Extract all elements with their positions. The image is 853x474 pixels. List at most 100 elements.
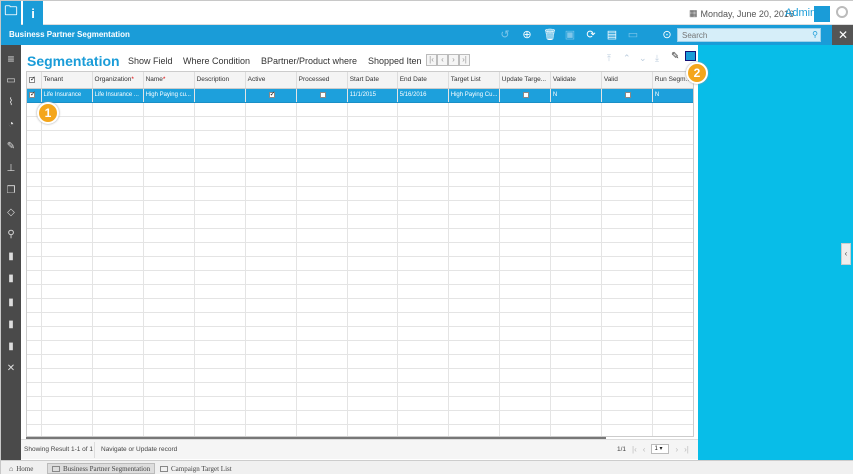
tree-icon[interactable]: ⊥ xyxy=(5,163,17,175)
column-header[interactable]: Valid xyxy=(601,72,653,89)
cell-organization[interactable]: Life Insurance ... xyxy=(92,88,144,103)
status-bar: Showing Result 1-1 of 1 Navigate or Upda… xyxy=(21,439,698,459)
cell-processed[interactable] xyxy=(296,88,348,103)
close-icon[interactable]: ✕ xyxy=(832,25,853,45)
last-record-icon[interactable]: ⤓ xyxy=(655,53,659,64)
search-record-icon[interactable]: ⚲ xyxy=(5,229,17,241)
empty-row xyxy=(27,116,693,131)
page-select[interactable]: 1 ▾ xyxy=(651,444,670,454)
next-page-icon[interactable]: › xyxy=(675,445,678,454)
cell-valid[interactable] xyxy=(601,88,653,103)
column-header[interactable]: Validate xyxy=(550,72,602,89)
print-icon[interactable]: ▭ xyxy=(627,29,639,41)
power-icon[interactable] xyxy=(836,6,848,18)
undo-icon[interactable]: ↺ xyxy=(499,29,511,41)
select-all-checkbox[interactable] xyxy=(27,72,42,89)
cell-tenant[interactable]: Life Insurance xyxy=(41,88,93,103)
column-header[interactable]: End Date xyxy=(397,72,449,89)
cell-target-list[interactable]: High Paying Cu... xyxy=(448,88,500,103)
close-window-icon[interactable]: ✕ xyxy=(5,363,17,375)
first-record-icon[interactable]: ⤒ xyxy=(607,53,611,64)
menu-icon[interactable]: ≡ xyxy=(5,53,17,65)
notes-icon[interactable]: ▮ xyxy=(5,341,17,353)
refresh-icon[interactable]: ⟳ xyxy=(585,29,597,41)
processed-checkbox[interactable] xyxy=(319,91,326,98)
cell-run-segment[interactable]: N xyxy=(652,88,693,103)
cell-active[interactable] xyxy=(245,88,297,103)
cell-end-date[interactable]: 5/16/2016 xyxy=(397,88,449,103)
report-icon[interactable]: ▤ xyxy=(606,29,618,41)
tab-bpartner-product-where[interactable]: BPartner/Product where xyxy=(261,56,357,66)
cell-update-target[interactable] xyxy=(499,88,551,103)
prev-tab-icon[interactable]: ‹ xyxy=(437,54,448,66)
next-tab-icon[interactable]: › xyxy=(448,54,459,66)
search-input[interactable] xyxy=(678,29,804,41)
empty-row xyxy=(27,340,693,355)
column-header[interactable]: Target List xyxy=(448,72,500,89)
attachment-icon[interactable]: ⌇ xyxy=(5,97,17,109)
table-row[interactable]: Life Insurance Life Insurance ... High P… xyxy=(27,88,693,103)
delete-icon[interactable]: 🗑 xyxy=(543,29,557,41)
pencil-icon[interactable]: ✎ xyxy=(671,51,679,62)
result-count: Showing Result 1-1 of 1 xyxy=(24,446,94,453)
document-arrow-icon[interactable]: ▮ xyxy=(5,273,17,285)
top-bar: 🗀 i ▦ Monday, June 20, 2016 Admin xyxy=(1,1,853,25)
user-name[interactable]: Admin xyxy=(785,7,816,19)
import-icon[interactable]: ▮ xyxy=(5,319,17,331)
empty-row xyxy=(27,382,693,397)
tab-shopped-item[interactable]: Shopped Iten xyxy=(368,56,422,66)
update-target-checkbox[interactable] xyxy=(522,91,529,98)
callout-1: 1 xyxy=(37,102,59,124)
column-header[interactable]: Update Targe... xyxy=(499,72,551,89)
active-checkbox[interactable] xyxy=(268,90,276,98)
chevron-left-icon[interactable]: ‹ xyxy=(841,243,851,265)
chat-icon[interactable]: ▭ xyxy=(5,75,17,87)
zoom-icon[interactable]: ⊙ xyxy=(661,29,673,41)
tab-where-condition[interactable]: Where Condition xyxy=(183,56,250,66)
table-header: Tenant Organization* Name* Description A… xyxy=(27,72,693,89)
avatar[interactable] xyxy=(814,6,830,22)
copy-icon[interactable]: ❐ xyxy=(5,185,17,197)
empty-row xyxy=(27,424,693,436)
column-header[interactable]: Tenant xyxy=(41,72,93,89)
row-select-checkbox[interactable] xyxy=(27,88,42,103)
folder-icon[interactable]: 🗀 xyxy=(1,1,21,25)
wrench-icon[interactable]: ✎ xyxy=(5,141,17,153)
column-header[interactable]: Start Date xyxy=(347,72,398,89)
bottom-tab-campaign-target-list[interactable]: Campaign Target List xyxy=(156,463,236,474)
empty-row xyxy=(27,354,693,369)
prev-page-icon[interactable]: ‹ xyxy=(643,445,646,454)
empty-row xyxy=(27,256,693,271)
tab-show-field[interactable]: Show Field xyxy=(128,56,173,66)
cell-description[interactable] xyxy=(194,88,246,103)
bottom-tab-business-partner-segmentation[interactable]: Business Partner Segmentation xyxy=(47,463,156,474)
history-icon[interactable]: ◔ xyxy=(5,119,17,131)
window-title: Business Partner Segmentation xyxy=(9,30,130,39)
column-header[interactable]: Name* xyxy=(143,72,195,89)
column-header[interactable]: Organization* xyxy=(92,72,144,89)
valid-checkbox[interactable] xyxy=(624,91,631,98)
last-tab-icon[interactable]: ›| xyxy=(459,54,470,66)
prev-record-icon[interactable]: ⌃ xyxy=(623,53,631,64)
new-record-icon[interactable]: ⊕ xyxy=(521,29,533,41)
cell-start-date[interactable]: 11/1/2015 xyxy=(347,88,398,103)
column-header[interactable]: Description xyxy=(194,72,246,89)
column-header[interactable]: Processed xyxy=(296,72,348,89)
search-box[interactable]: ⚲ xyxy=(677,28,821,42)
bottom-tab-home[interactable]: ⌂ Home xyxy=(5,463,37,474)
empty-row xyxy=(27,326,693,341)
column-header[interactable]: Active xyxy=(245,72,297,89)
first-tab-icon[interactable]: |‹ xyxy=(426,54,437,66)
grid-toggle-icon[interactable] xyxy=(685,51,696,61)
export-icon[interactable]: ▮ xyxy=(5,297,17,309)
cell-name[interactable]: High Paying cu... xyxy=(143,88,195,103)
last-page-icon[interactable]: ›| xyxy=(684,445,689,454)
tag-icon[interactable]: ◇ xyxy=(5,207,17,219)
save-icon[interactable]: ▣ xyxy=(564,29,576,41)
document-icon[interactable]: ▮ xyxy=(5,251,17,263)
cell-validate[interactable]: N xyxy=(550,88,602,103)
first-page-icon[interactable]: |‹ xyxy=(632,445,637,454)
next-record-icon[interactable]: ⌄ xyxy=(639,53,647,64)
search-icon[interactable]: ⚲ xyxy=(812,30,818,39)
info-icon[interactable]: i xyxy=(23,1,43,25)
